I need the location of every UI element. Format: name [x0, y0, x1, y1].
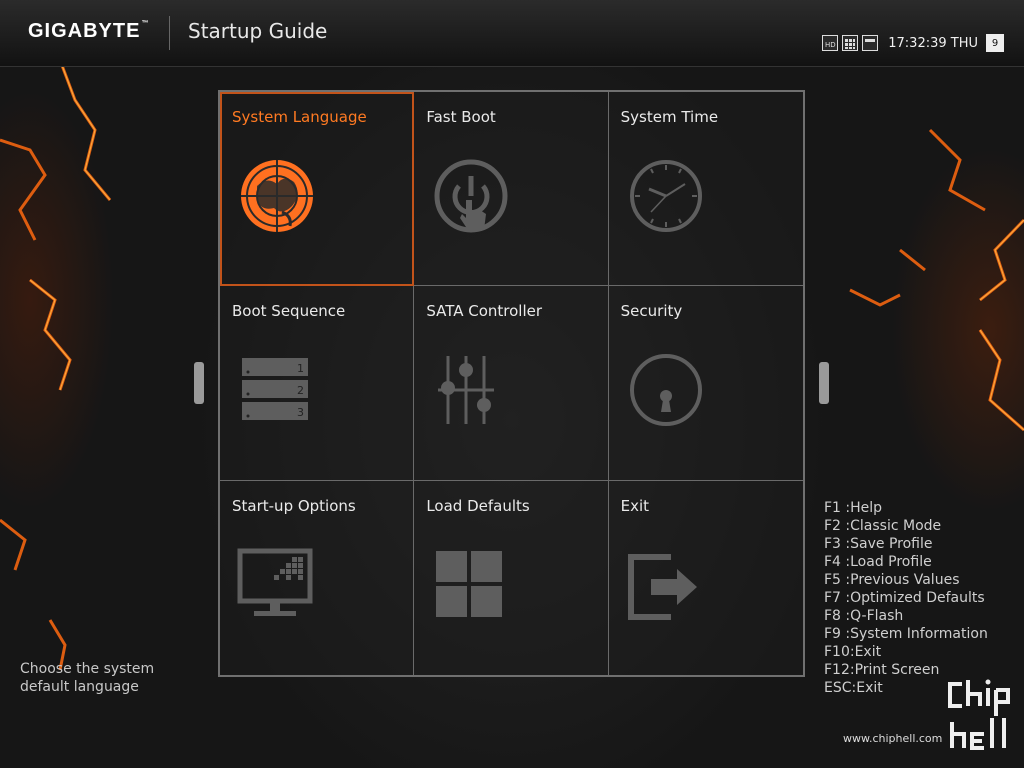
hotkey-f5[interactable]: F5 :Previous Values	[824, 571, 988, 589]
grid-view-icon[interactable]	[842, 35, 859, 51]
hd-icon[interactable]: HD	[822, 35, 839, 51]
hotkey-f3[interactable]: F3 :Save Profile	[824, 535, 988, 553]
boot-item-number: 2	[297, 384, 304, 397]
tile-system-time[interactable]: System Time	[608, 92, 803, 287]
chiphell-logo-icon	[948, 679, 1010, 750]
tile-label: System Language	[232, 108, 367, 126]
tile-boot-sequence[interactable]: Boot Sequence 1 2 3	[220, 286, 415, 481]
help-line: default language	[20, 679, 139, 695]
window-icon[interactable]	[862, 35, 879, 51]
hotkey-legend: F1 :Help F2 :Classic Mode F3 :Save Profi…	[824, 499, 988, 697]
hotkey-f2[interactable]: F2 :Classic Mode	[824, 517, 988, 535]
tile-security[interactable]: Security	[608, 286, 803, 481]
scroll-right-handle[interactable]	[819, 362, 829, 404]
tile-label: Boot Sequence	[232, 302, 346, 321]
tile-system-language[interactable]: System Language	[220, 92, 415, 287]
help-description: Choose the system default language	[20, 660, 154, 696]
page-title: Startup Guide	[188, 19, 328, 43]
hotkey-f4[interactable]: F4 :Load Profile	[824, 553, 988, 571]
tile-label: Fast Boot	[426, 108, 496, 126]
tile-label: Exit	[620, 496, 650, 515]
hotkey-f8[interactable]: F8 :Q-Flash	[824, 607, 988, 625]
lock-icon	[629, 354, 702, 427]
hotkey-f10[interactable]: F10:Exit	[824, 643, 988, 661]
tile-startup-options[interactable]: Start-up Options	[220, 480, 415, 675]
tile-exit[interactable]: Exit	[608, 480, 803, 675]
monitor-icon	[237, 548, 313, 616]
hotkey-f7[interactable]: F7 :Optimized Defaults	[824, 589, 988, 607]
top-header-bar: GIGABYTE™ Startup Guide HD 17:32:39 THU …	[0, 0, 1024, 67]
svg-text:HD: HD	[825, 41, 836, 49]
sliders-icon	[438, 356, 495, 425]
tile-label: Start-up Options	[232, 496, 356, 515]
tile-load-defaults[interactable]: Load Defaults	[414, 480, 609, 675]
help-line: Choose the system	[20, 661, 155, 677]
tile-fast-boot[interactable]: Fast Boot	[414, 92, 609, 287]
watermark: www.chiphell.com	[843, 732, 943, 745]
boot-item-number: 1	[297, 362, 304, 375]
hotkey-f9[interactable]: F9 :System Information	[824, 625, 988, 643]
boot-item-number: 3	[297, 406, 304, 419]
startup-guide-grid: System Language Fast Boot System Time Bo…	[218, 90, 805, 677]
hotkey-f1[interactable]: F1 :Help	[824, 499, 988, 517]
boot-list-icon: 1 2 3	[242, 358, 308, 421]
header-divider	[169, 16, 170, 50]
tile-label: SATA Controller	[426, 302, 543, 321]
globe-icon	[241, 160, 313, 232]
clock-icon	[629, 160, 702, 232]
scroll-left-handle[interactable]	[194, 362, 204, 404]
status-bar: HD 17:32:39 THU 9	[822, 34, 1004, 52]
power-touch-icon	[434, 159, 508, 233]
gigabyte-logo: GIGABYTE™	[28, 20, 150, 42]
tile-label: Security	[620, 302, 683, 321]
exit-icon	[627, 553, 697, 620]
tile-label: Load Defaults	[426, 496, 530, 515]
calendar-icon[interactable]: 9	[986, 34, 1004, 52]
clock-readout: 17:32:39 THU	[888, 35, 978, 51]
tile-label: System Time	[620, 108, 719, 126]
tile-sata-controller[interactable]: SATA Controller	[414, 286, 609, 481]
windows-grid-icon	[436, 550, 503, 617]
